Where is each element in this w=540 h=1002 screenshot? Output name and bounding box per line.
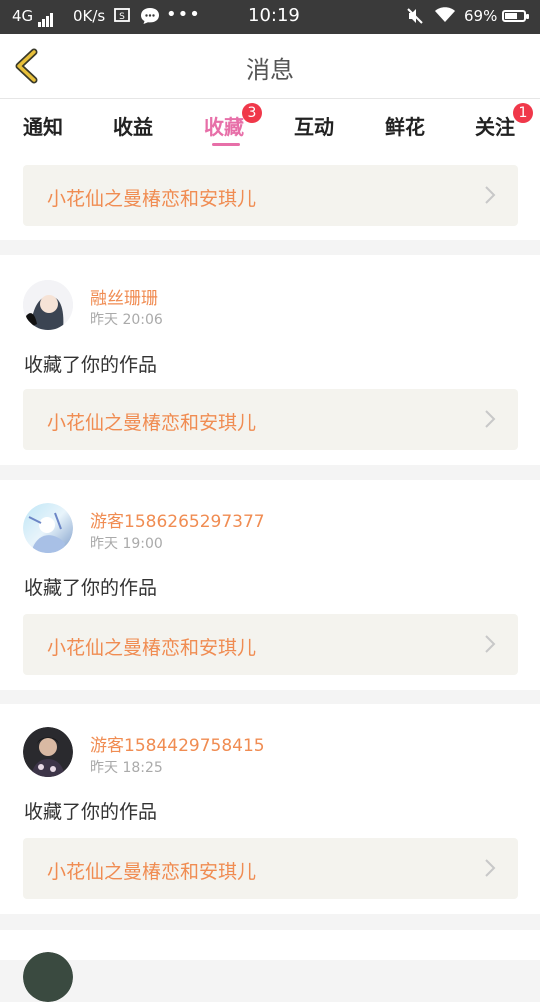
avatar[interactable]	[23, 280, 73, 330]
username[interactable]: 游客1586265297377	[90, 507, 265, 532]
tab-notify[interactable]: 通知	[23, 111, 63, 140]
chevron-right-icon	[485, 635, 496, 653]
tab-bar: 通知 收益 收藏 3 互动 鲜花 关注 1	[0, 98, 540, 153]
work-link[interactable]: 小花仙之曼椿恋和安琪儿	[23, 838, 518, 899]
screenshot-icon: S	[113, 6, 131, 28]
list-item: 小花仙之曼椿恋和安琪儿	[0, 152, 540, 240]
tab-favorites[interactable]: 收藏 3	[204, 103, 262, 146]
timestamp: 昨天 20:06	[90, 312, 163, 328]
username[interactable]: 游客1584429758415	[90, 731, 265, 756]
avatar[interactable]	[23, 503, 73, 553]
work-link[interactable]: 小花仙之曼椿恋和安琪儿	[23, 614, 518, 675]
action-text: 收藏了你的作品	[24, 801, 158, 823]
timestamp: 昨天 19:00	[90, 536, 163, 552]
more-icon: •••	[166, 4, 201, 25]
active-tab-indicator	[212, 143, 240, 146]
status-bar: 4G 0K/s S ••• 10:19 69%	[0, 0, 540, 34]
work-title: 小花仙之曼椿恋和安琪儿	[47, 412, 257, 434]
timestamp: 昨天 18:25	[90, 760, 163, 776]
work-title: 小花仙之曼椿恋和安琪儿	[47, 637, 257, 659]
favorites-badge: 3	[242, 103, 262, 123]
network-type: 4G	[12, 7, 34, 25]
action-text: 收藏了你的作品	[24, 577, 158, 599]
list-item: 游客1584429758415 昨天 18:25 收藏了你的作品 小花仙之曼椿恋…	[0, 704, 540, 914]
battery-percent: 69%	[464, 7, 498, 25]
wifi-icon	[434, 6, 456, 28]
tab-follow[interactable]: 关注 1	[475, 103, 533, 140]
chevron-right-icon	[485, 410, 496, 428]
chevron-right-icon	[485, 186, 496, 204]
mute-icon	[406, 7, 424, 29]
username[interactable]: 融丝珊珊	[90, 284, 158, 309]
page-title: 消息	[246, 56, 294, 84]
chat-icon	[140, 6, 160, 30]
chevron-right-icon	[485, 859, 496, 877]
tab-earnings[interactable]: 收益	[113, 111, 153, 140]
work-title: 小花仙之曼椿恋和安琪儿	[47, 188, 257, 210]
tab-flowers[interactable]: 鲜花	[385, 111, 425, 140]
work-title: 小花仙之曼椿恋和安琪儿	[47, 861, 257, 883]
network-speed: 0K/s	[73, 7, 106, 25]
svg-text:S: S	[119, 12, 125, 22]
tab-interaction[interactable]: 互动	[294, 111, 334, 140]
avatar[interactable]	[23, 727, 73, 777]
clock: 10:19	[248, 5, 300, 26]
list-item: 游客1586265297377 昨天 19:00 收藏了你的作品 小花仙之曼椿恋…	[0, 480, 540, 690]
work-link[interactable]: 小花仙之曼椿恋和安琪儿	[23, 165, 518, 226]
action-text: 收藏了你的作品	[24, 354, 158, 376]
app-header: 消息	[0, 34, 540, 98]
list-item	[0, 930, 540, 1002]
follow-badge: 1	[513, 103, 533, 123]
list-item: 融丝珊珊 昨天 20:06 收藏了你的作品 小花仙之曼椿恋和安琪儿	[0, 255, 540, 465]
battery-icon	[502, 10, 529, 22]
signal-icon	[38, 9, 54, 27]
work-link[interactable]: 小花仙之曼椿恋和安琪儿	[23, 389, 518, 450]
